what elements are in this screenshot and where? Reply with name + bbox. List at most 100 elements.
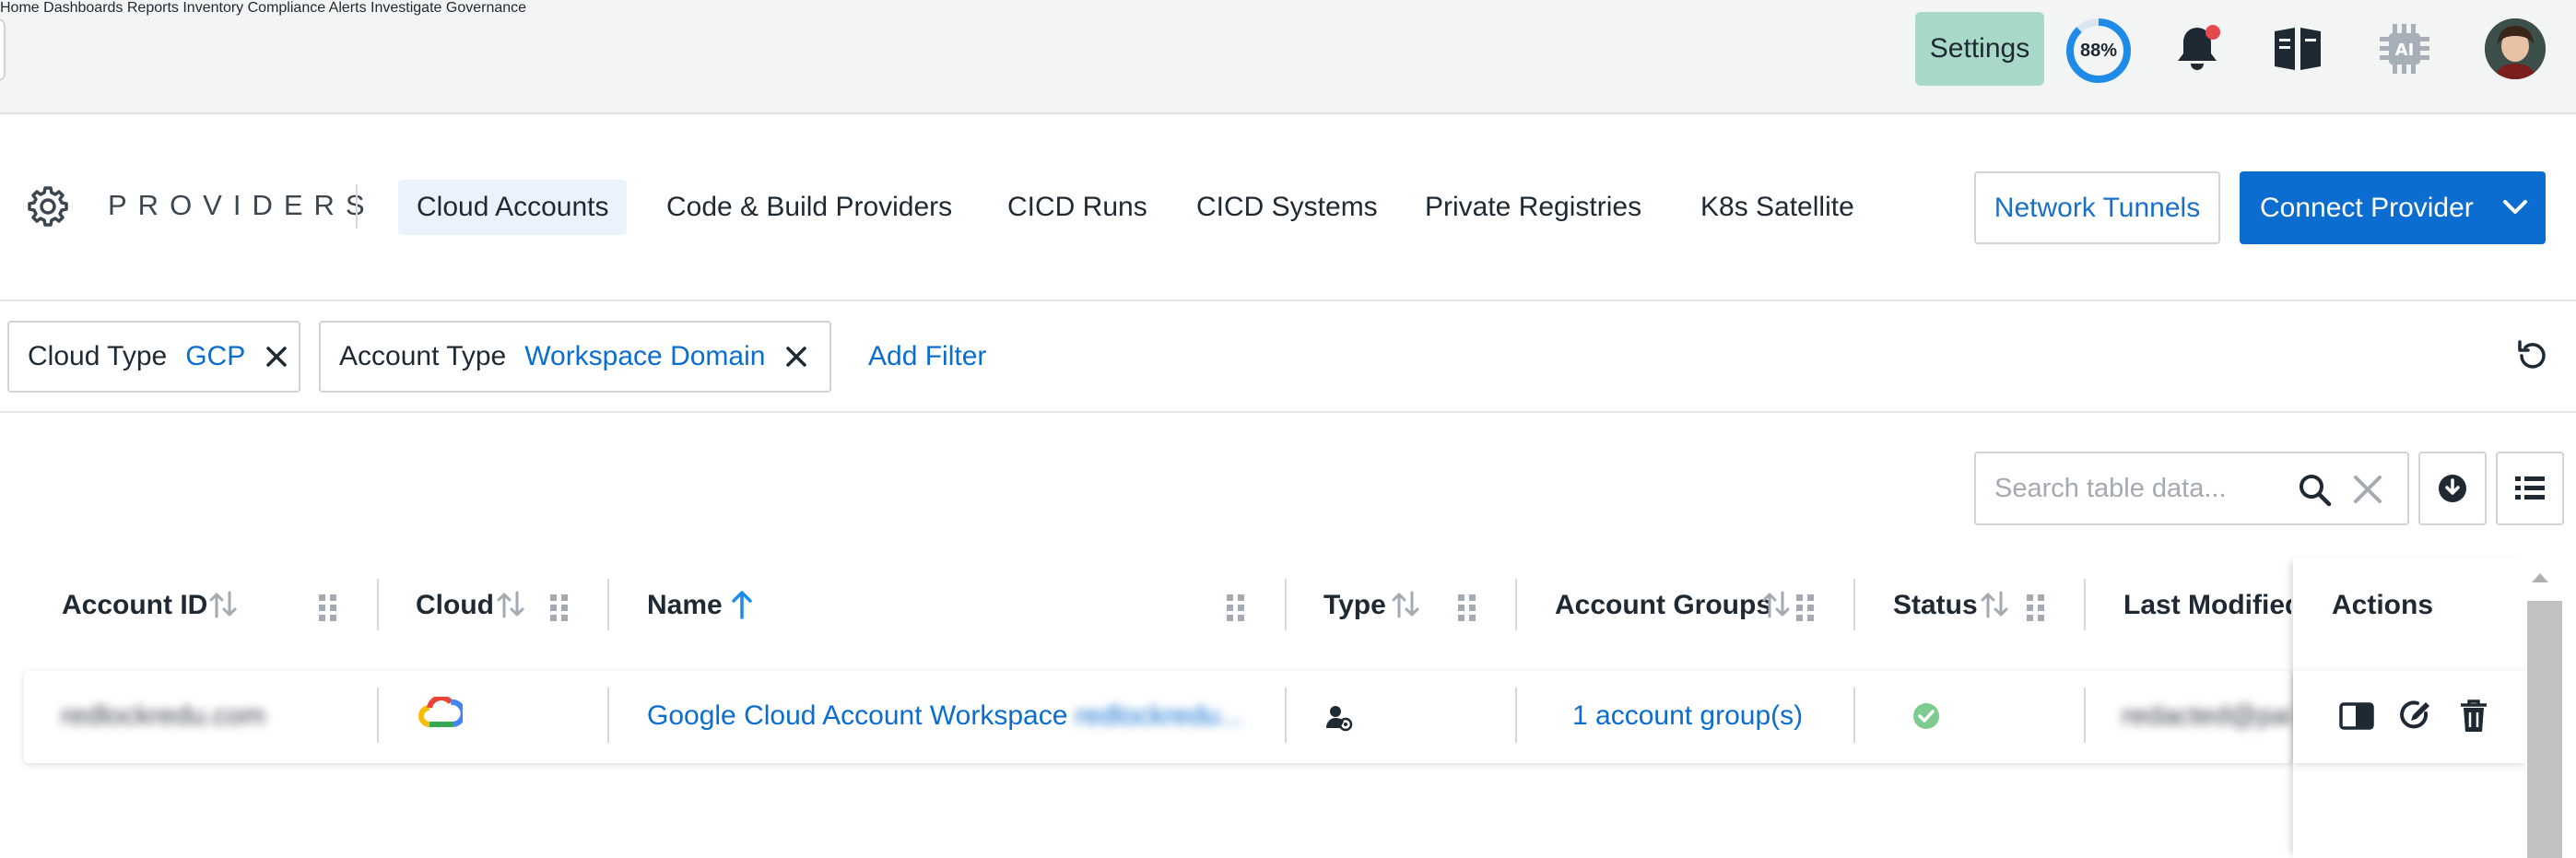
top-navigation-bar: Home Dashboards Reports Inventory Compli… — [0, 0, 2576, 114]
cell-separator — [607, 688, 609, 743]
account-id-cell: redlockredu.com — [61, 700, 265, 731]
column-header-type[interactable]: Type — [1323, 590, 1386, 621]
sort-ascending-icon[interactable] — [730, 588, 754, 624]
filter-key: Account Type — [339, 341, 507, 371]
nav-compliance[interactable]: Compliance — [248, 0, 325, 16]
tab-private-registries[interactable]: Private Registries — [1425, 180, 1641, 235]
bell-icon[interactable] — [2173, 24, 2221, 78]
column-separator[interactable] — [1285, 579, 1287, 630]
account-name-link[interactable]: Google Cloud Account Workspace redlockre… — [647, 700, 1242, 732]
status-check-icon — [1912, 702, 1940, 737]
nav-alerts[interactable]: Alerts — [329, 0, 367, 16]
progress-label: 88% — [2079, 40, 2118, 61]
page-title: PROVIDERS — [108, 189, 376, 221]
chevron-down-icon[interactable] — [2501, 192, 2529, 230]
scrollbar-thumb[interactable] — [2527, 601, 2562, 858]
network-tunnels-button[interactable]: Network Tunnels — [1974, 171, 2220, 244]
tab-k8s-satellite[interactable]: K8s Satellite — [1700, 180, 1854, 235]
reset-icon[interactable] — [2514, 337, 2551, 379]
nav-dashboards[interactable]: Dashboards — [43, 0, 123, 16]
sort-icon[interactable] — [208, 589, 238, 625]
column-header-cloud[interactable]: Cloud — [416, 590, 494, 621]
account-name-redacted: redlockredu... — [1075, 700, 1243, 731]
column-separator[interactable] — [1853, 579, 1855, 630]
filter-divider — [0, 411, 2576, 413]
nav-investigate[interactable]: Investigate — [371, 0, 441, 16]
tab-code-build-providers[interactable]: Code & Build Providers — [666, 180, 952, 235]
tab-cicd-systems[interactable]: CICD Systems — [1196, 180, 1378, 235]
sidebar-toggle[interactable] — [0, 18, 6, 81]
drag-handle-icon[interactable] — [1456, 593, 1478, 627]
svg-text:AI: AI — [2395, 41, 2415, 60]
cell-separator — [1285, 688, 1287, 743]
drag-handle-icon[interactable] — [317, 593, 339, 627]
search-icon[interactable] — [2297, 472, 2334, 513]
actions-column: Actions — [2293, 558, 2525, 858]
close-icon[interactable] — [785, 346, 807, 368]
tab-cicd-runs[interactable]: CICD Runs — [1007, 180, 1147, 235]
nav-inventory[interactable]: Inventory — [182, 0, 243, 16]
sort-icon[interactable] — [1980, 589, 2009, 625]
settings-button[interactable]: Settings — [1915, 12, 2044, 86]
column-settings-button[interactable] — [2496, 452, 2564, 525]
header-divider — [0, 300, 2576, 301]
search-input[interactable] — [1994, 470, 2271, 507]
avatar-icon — [2485, 18, 2546, 79]
column-header-account-groups[interactable]: Account Groups — [1555, 590, 1771, 621]
drag-handle-icon[interactable] — [1225, 593, 1247, 627]
column-separator[interactable] — [377, 579, 379, 630]
account-name-text: Google Cloud Account Workspace — [647, 700, 1068, 731]
connect-provider-label: Connect Provider — [2260, 192, 2474, 223]
columns-icon — [2515, 476, 2545, 500]
filter-value: GCP — [185, 341, 246, 371]
nav-home[interactable]: Home — [0, 0, 40, 16]
sort-icon[interactable] — [1761, 589, 1791, 625]
clear-search-icon[interactable] — [2352, 474, 2383, 510]
last-modified-cell: redacted@paloa — [2122, 700, 2291, 731]
ai-chip-icon[interactable]: AI — [2376, 20, 2433, 82]
cell-separator — [1853, 688, 1855, 743]
column-header-last-modified[interactable]: Last Modified — [2123, 590, 2291, 621]
notification-dot-icon — [2205, 25, 2220, 40]
sort-icon[interactable] — [1391, 589, 1420, 625]
cell-separator — [2084, 688, 2086, 743]
book-icon[interactable] — [2273, 26, 2323, 76]
edit-icon[interactable] — [2398, 699, 2431, 738]
view-details-icon[interactable] — [2339, 702, 2374, 735]
cell-separator — [1515, 688, 1517, 743]
title-separator — [356, 184, 358, 229]
column-separator[interactable] — [1515, 579, 1517, 630]
nav-reports[interactable]: Reports — [127, 0, 179, 16]
column-header-account-id[interactable]: Account ID — [62, 590, 207, 621]
column-separator[interactable] — [2084, 579, 2086, 630]
delete-icon[interactable] — [2459, 699, 2488, 738]
tab-cloud-accounts[interactable]: Cloud Accounts — [398, 180, 628, 235]
progress-ring[interactable]: 88% — [2064, 17, 2133, 85]
drag-handle-icon[interactable] — [548, 593, 570, 627]
add-filter-link[interactable]: Add Filter — [868, 341, 986, 372]
column-header-actions: Actions — [2332, 590, 2434, 620]
connect-provider-button[interactable]: Connect Provider — [2240, 171, 2546, 244]
filter-value: Workspace Domain — [524, 341, 766, 371]
column-header-name[interactable]: Name — [647, 590, 723, 621]
gcp-icon — [418, 695, 466, 739]
table-search — [1974, 452, 2409, 525]
scroll-up-arrow-icon[interactable] — [2532, 573, 2548, 582]
filter-key: Cloud Type — [28, 341, 168, 371]
gear-icon — [26, 184, 70, 229]
sort-icon[interactable] — [496, 589, 525, 625]
nav-governance[interactable]: Governance — [446, 0, 526, 16]
account-groups-link[interactable]: 1 account group(s) — [1572, 700, 1803, 732]
close-icon[interactable] — [265, 346, 288, 368]
workspace-user-icon — [1325, 704, 1353, 739]
user-avatar[interactable] — [2485, 18, 2546, 79]
download-button[interactable] — [2418, 452, 2487, 525]
filter-chip-account-type[interactable]: Account Type Workspace Domain — [319, 321, 831, 393]
column-separator[interactable] — [607, 579, 609, 630]
download-icon — [2439, 475, 2466, 502]
filter-chip-cloud-type[interactable]: Cloud Type GCP — [7, 321, 300, 393]
cell-separator — [377, 688, 379, 743]
drag-handle-icon[interactable] — [2025, 593, 2047, 627]
drag-handle-icon[interactable] — [1794, 593, 1817, 627]
column-header-status[interactable]: Status — [1893, 590, 1978, 621]
